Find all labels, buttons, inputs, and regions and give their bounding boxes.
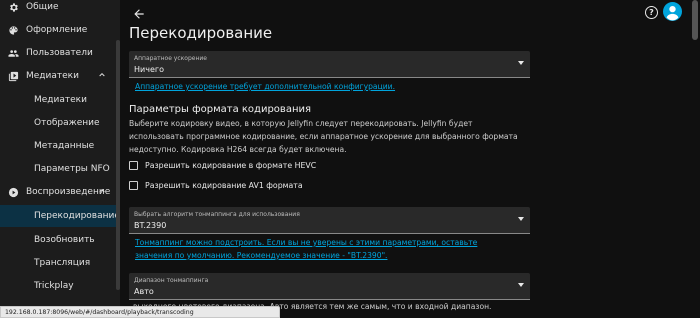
hw-accel-label: Аппаратное ускорение (134, 55, 207, 62)
dropdown-arrow-icon (518, 217, 524, 221)
hw-accel-config-link[interactable]: Аппаратное ускорение требует дополнитель… (135, 80, 395, 93)
sidebar-item-resume[interactable]: Возобновить (0, 229, 120, 251)
sidebar-item-metadata[interactable]: Метаданные (0, 135, 120, 157)
tonemap-range-value: Авто (134, 287, 154, 296)
status-bar-url: 192.168.0.187:8096/web/#/dashboard/playb… (0, 306, 280, 318)
sidebar-scrollbar[interactable] (116, 40, 120, 290)
hw-accel-select[interactable]: Аппаратное ускорение Ничего (129, 51, 530, 78)
hevc-checkbox-label: Разрешить кодирование в формате HEVC (145, 160, 317, 170)
sidebar: Общие Оформление Пользователи Медиатеки … (0, 0, 120, 318)
chevron-up-icon (98, 71, 106, 81)
sidebar-item-label: Медиатеки (34, 95, 87, 105)
sidebar-item-label: Оформление (26, 25, 88, 35)
tonemap-range-select[interactable]: Диапазон тонмаппинга Авто (129, 273, 530, 300)
av1-checkbox-row[interactable]: Разрешить кодирование AV1 формата (129, 179, 303, 191)
user-icon (666, 5, 679, 21)
sidebar-item-label: Медиатеки (26, 71, 79, 81)
play-circle-icon (8, 187, 19, 198)
main-scrollbar[interactable] (692, 0, 698, 40)
encoding-formats-heading: Параметры формата кодирования (129, 104, 311, 115)
av1-checkbox-label: Разрешить кодирование AV1 формата (145, 180, 303, 190)
dropdown-arrow-icon (518, 61, 524, 65)
gear-icon (8, 2, 19, 13)
av1-checkbox[interactable] (129, 180, 138, 190)
sidebar-item-general[interactable]: Общие (0, 0, 120, 18)
sidebar-item-nfo[interactable]: Параметры NFO (0, 158, 120, 180)
sidebar-item-users[interactable]: Пользователи (0, 42, 120, 64)
palette-icon (8, 25, 19, 36)
sidebar-item-label: Trickplay (34, 281, 74, 291)
tonemap-algorithm-value: BT.2390 (134, 221, 167, 230)
dropdown-arrow-icon (518, 283, 524, 287)
sidebar-item-libraries[interactable]: Медиатеки (0, 65, 120, 87)
sidebar-item-label: Отображение (34, 118, 100, 128)
sidebar-item-label: Трансляция (34, 258, 91, 268)
sidebar-item-libraries-sub[interactable]: Медиатеки (0, 89, 120, 111)
sidebar-item-label: Пользователи (26, 48, 93, 58)
sidebar-item-streaming[interactable]: Трансляция (0, 252, 120, 274)
sidebar-item-appearance[interactable]: Оформление (0, 19, 120, 41)
hevc-checkbox-row[interactable]: Разрешить кодирование в формате HEVC (129, 159, 316, 171)
sidebar-item-playback[interactable]: Воспроизведение (0, 181, 120, 203)
tonemap-algorithm-select[interactable]: Выбрать алгоритм тонмаппинга для использ… (129, 207, 530, 234)
page-title: Перекодирование (129, 24, 273, 42)
encoding-formats-description: Выберите кодировку видео, в которую Jell… (129, 119, 518, 154)
arrow-left-icon (132, 6, 146, 25)
help-button[interactable]: ? (645, 6, 658, 19)
tonemap-help-link[interactable]: Тонмаппинг можно подстроить. Если вы не … (135, 236, 505, 262)
chevron-up-icon (98, 187, 106, 197)
user-avatar[interactable] (663, 2, 682, 21)
sidebar-item-label: Перекодирование (34, 211, 120, 221)
sidebar-item-label: Общие (26, 2, 59, 12)
sidebar-item-display[interactable]: Отображение (0, 112, 120, 134)
sidebar-item-label: Параметры NFO (34, 164, 110, 174)
hw-accel-value: Ничего (134, 65, 164, 74)
tonemap-range-label: Диапазон тонмаппинга (134, 277, 209, 284)
sidebar-item-label: Возобновить (34, 235, 95, 245)
sidebar-item-transcoding[interactable]: Перекодирование (0, 205, 120, 227)
back-button[interactable] (132, 6, 146, 20)
hevc-checkbox[interactable] (129, 160, 138, 170)
tonemap-algorithm-label: Выбрать алгоритм тонмаппинга для использ… (134, 211, 300, 218)
people-icon (8, 48, 19, 59)
sidebar-item-label: Метаданные (34, 141, 95, 151)
question-mark-icon: ? (649, 8, 654, 17)
sidebar-item-trickplay[interactable]: Trickplay (0, 275, 120, 297)
library-icon (8, 71, 19, 82)
